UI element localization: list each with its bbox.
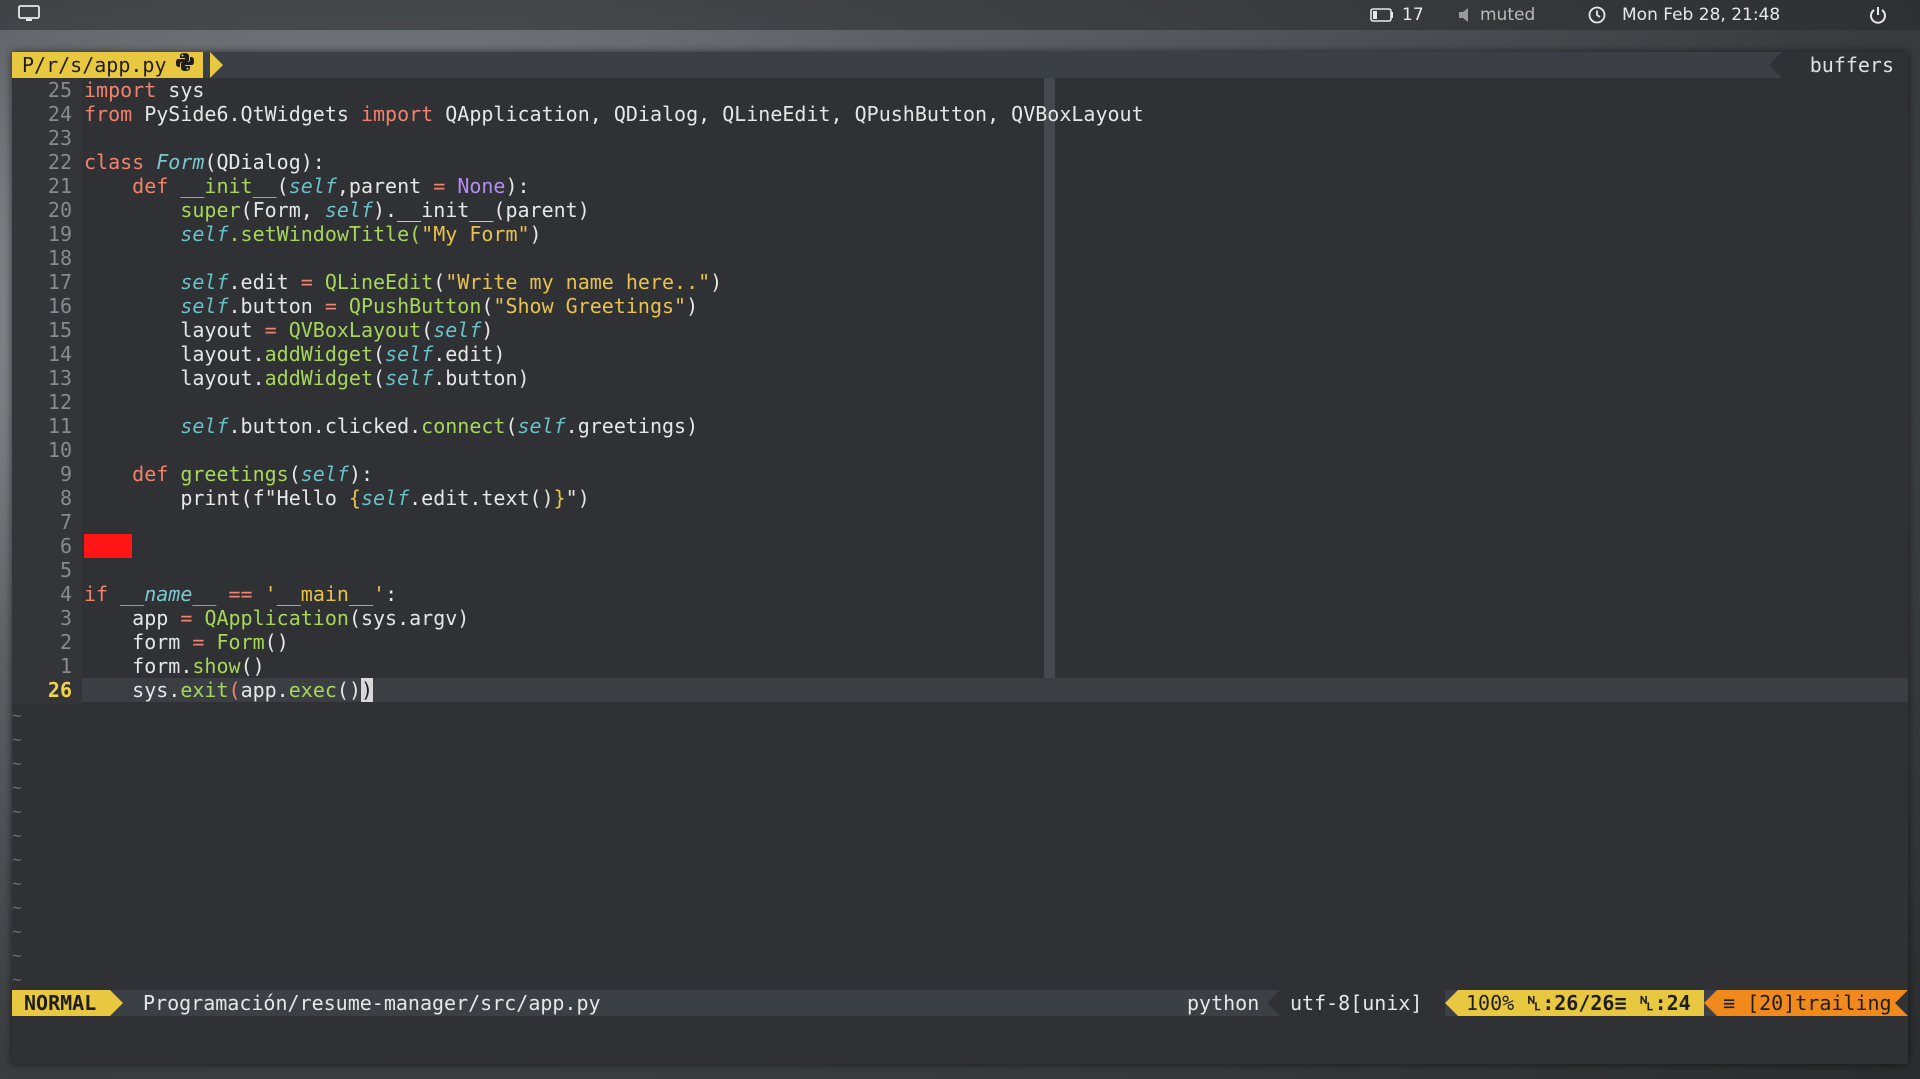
empty-line-marker: ~	[12, 826, 22, 845]
cursor-position: 100% ␤:26/26≡ ␤:24	[1458, 990, 1704, 1016]
monitor-icon[interactable]	[18, 5, 40, 23]
code-text[interactable]: layout.addWidget(self.edit)	[84, 342, 505, 366]
line-number: 10	[47, 438, 72, 462]
editor-area[interactable]: 25 import sys 24 from PySide6.QtWidgets im…	[12, 78, 1908, 1040]
clock-icon	[1588, 6, 1606, 24]
file-encoding: utf-8[unix]	[1280, 990, 1445, 1016]
empty-line-marker: ~	[12, 898, 22, 917]
code-text[interactable]: layout.addWidget(self.button)	[84, 366, 529, 390]
status-line: NORMAL Programación/resume-manager/src/a…	[12, 990, 1908, 1016]
code-text[interactable]	[84, 534, 132, 558]
line-number: 15	[47, 318, 72, 342]
tab-label: P/r/s/app.py	[22, 53, 167, 77]
code-text[interactable]: import sys	[84, 78, 204, 102]
code-text[interactable]: layout = QVBoxLayout(self)	[84, 318, 493, 342]
window-split-divider[interactable]	[1044, 78, 1055, 678]
line-number: 21	[47, 174, 72, 198]
empty-line-marker: ~	[12, 778, 22, 797]
power-icon[interactable]	[1868, 5, 1888, 25]
line-number: 8	[59, 486, 72, 510]
code-text[interactable]: class Form(QDialog):	[84, 150, 325, 174]
line-number: 5	[59, 558, 72, 582]
line-number: 1	[59, 654, 72, 678]
terminal-window[interactable]: P/r/s/app.py buffers 25 import sys 24 from…	[12, 52, 1908, 1064]
trailing-whitespace-marker	[84, 534, 132, 558]
speaker-muted-icon	[1458, 7, 1472, 23]
top-bar: 17 muted Mon Feb 28, 21:48	[0, 0, 1920, 30]
mode-separator	[110, 990, 123, 1016]
code-text[interactable]: self.edit = QLineEdit("Write my name her…	[84, 270, 722, 294]
line-number: 17	[47, 270, 72, 294]
warning-end-cap	[1895, 990, 1908, 1016]
column-position: ␤:24	[1638, 991, 1691, 1015]
empty-line-marker: ~	[12, 922, 22, 941]
line-number: 19	[47, 222, 72, 246]
code-text[interactable]: super(Form, self).__init__(parent)	[84, 198, 589, 222]
tab-app-py[interactable]: P/r/s/app.py	[12, 52, 203, 78]
line-number: 22	[47, 150, 72, 174]
code-text[interactable]: form = Form()	[84, 630, 289, 654]
empty-line-marker: ~	[12, 802, 22, 821]
code-text[interactable]: self.setWindowTitle("My Form")	[84, 222, 541, 246]
volume-indicator[interactable]: muted	[1458, 5, 1535, 25]
line-number: 13	[47, 366, 72, 390]
code-text[interactable]: def __init__(self,parent = None):	[84, 174, 529, 198]
battery-level: 17	[1402, 5, 1424, 25]
line-number: 18	[47, 246, 72, 270]
line-number: 14	[47, 342, 72, 366]
empty-line-marker: ~	[12, 850, 22, 869]
datetime: Mon Feb 28, 21:48	[1622, 5, 1781, 25]
code-text[interactable]: def greetings(self):	[84, 462, 373, 486]
line-position: ␤:26/26≡	[1526, 991, 1627, 1015]
empty-line-marker: ~	[12, 730, 22, 749]
buffers-label[interactable]: buffers	[1782, 52, 1908, 78]
code-text[interactable]: if __name__ == '__main__':	[84, 582, 397, 606]
tab-right-separator	[1769, 52, 1782, 78]
code-text[interactable]: from PySide6.QtWidgets import QApplicati…	[84, 102, 1144, 126]
mode-indicator: NORMAL	[12, 990, 110, 1016]
line-number: 23	[47, 126, 72, 150]
empty-line-marker: ~	[12, 970, 22, 989]
trailing-whitespace-warning: ≡ [20]trailing	[1717, 990, 1908, 1016]
line-number: 12	[47, 390, 72, 414]
line-number: 24	[47, 102, 72, 126]
line-number: 20	[47, 198, 72, 222]
file-path: Programación/resume-manager/src/app.py	[143, 991, 601, 1015]
line-number: 16	[47, 294, 72, 318]
code-text[interactable]: print(f"Hello {self.edit.text()}")	[84, 486, 589, 510]
volume-status: muted	[1480, 5, 1536, 25]
line-number: 2	[59, 630, 72, 654]
code-text[interactable]: app = QApplication(sys.argv)	[84, 606, 469, 630]
line-number: 25	[47, 78, 72, 102]
filetype-separator	[1267, 990, 1280, 1016]
line-number: 26	[47, 678, 72, 702]
tab-line: P/r/s/app.py buffers	[12, 52, 1908, 78]
battery-indicator[interactable]: 17	[1370, 5, 1424, 25]
filetype: python	[1187, 991, 1260, 1015]
empty-line-marker: ~	[12, 874, 22, 893]
empty-line-marker: ~	[12, 706, 22, 725]
line-number: 9	[59, 462, 72, 486]
line-number: 3	[59, 606, 72, 630]
scroll-percent: 100%	[1466, 991, 1515, 1015]
text-cursor: )	[361, 678, 374, 702]
empty-line-marker: ~	[12, 946, 22, 965]
line-number: 11	[47, 414, 72, 438]
battery-icon	[1370, 8, 1394, 22]
tab-separator	[210, 52, 223, 78]
code-text[interactable]: self.button.clicked.connect(self.greetin…	[84, 414, 698, 438]
position-separator	[1445, 990, 1458, 1016]
clock[interactable]: Mon Feb 28, 21:48	[1588, 5, 1780, 25]
line-number: 7	[59, 510, 72, 534]
code-text[interactable]: self.button = QPushButton("Show Greeting…	[84, 294, 698, 318]
code-text[interactable]: form.show()	[84, 654, 264, 678]
warning-separator	[1704, 990, 1717, 1016]
line-number: 6	[59, 534, 72, 558]
code-text[interactable]: sys.exit(app.exec())	[84, 678, 374, 702]
empty-line-marker: ~	[12, 754, 22, 773]
line-number: 4	[59, 582, 72, 606]
python-icon	[175, 52, 195, 78]
